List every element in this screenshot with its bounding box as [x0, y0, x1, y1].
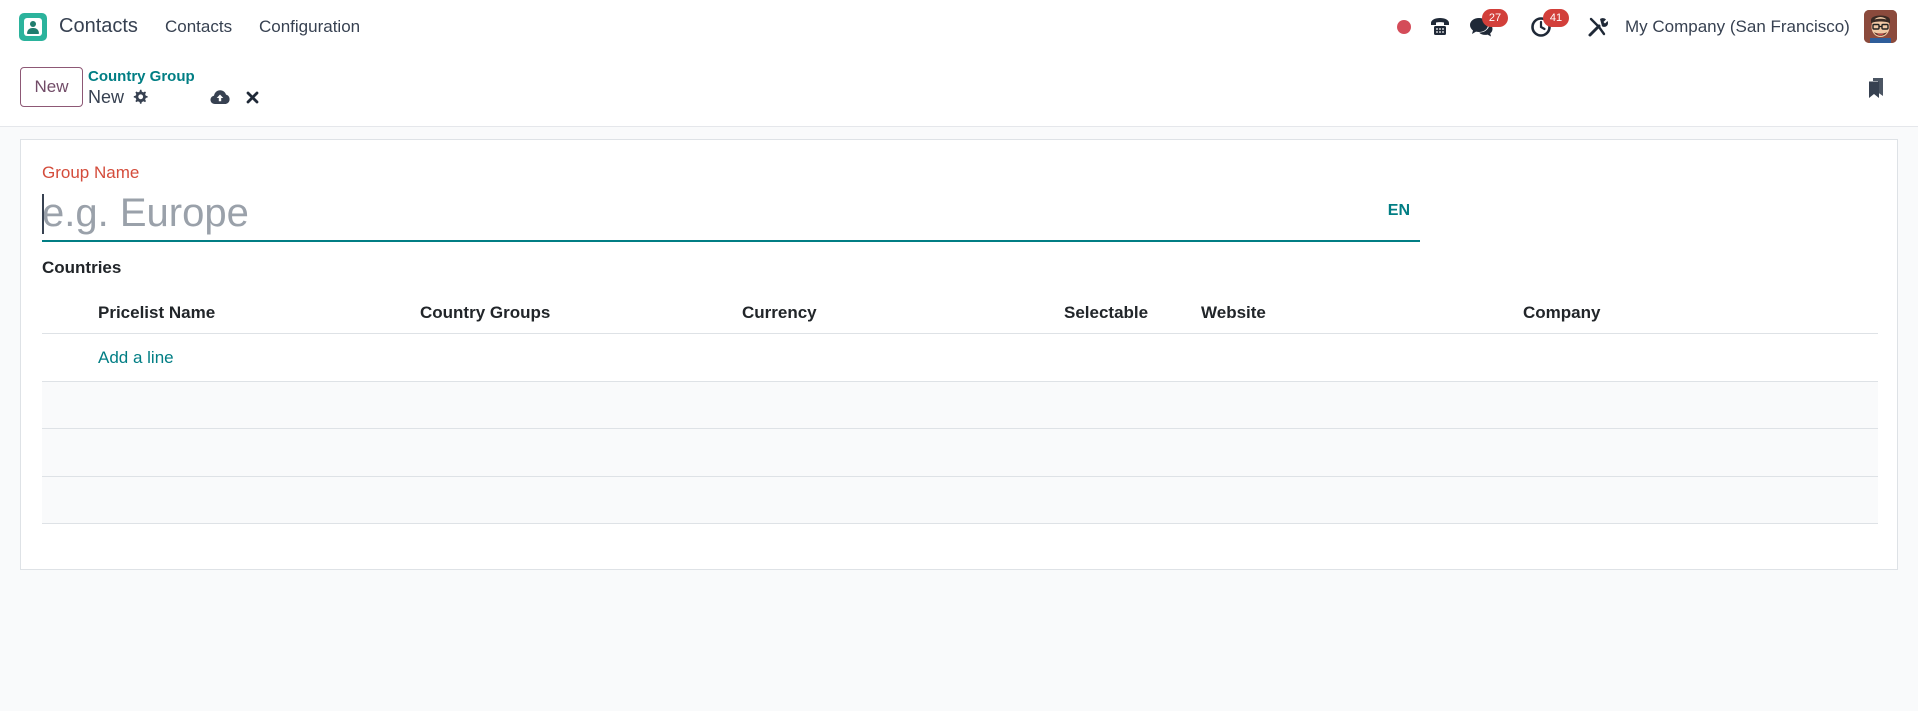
messages-count-badge: 27 — [1482, 9, 1508, 27]
text-caret — [42, 194, 44, 234]
column-selectable[interactable]: Selectable — [1064, 303, 1148, 323]
table-row — [42, 381, 1878, 429]
countries-section-title: Countries — [42, 258, 122, 277]
contacts-app-icon[interactable] — [19, 13, 47, 41]
bookmark-button[interactable] — [1864, 75, 1888, 101]
cloud-upload-icon — [210, 90, 230, 104]
column-currency[interactable]: Currency — [742, 303, 817, 323]
user-avatar[interactable] — [1864, 10, 1897, 43]
table-row — [42, 476, 1878, 524]
menu-contacts[interactable]: Contacts — [165, 17, 232, 37]
save-button[interactable] — [209, 87, 231, 107]
actions-gear-button[interactable] — [131, 88, 149, 106]
add-line-row: Add a line — [42, 334, 1878, 382]
column-company[interactable]: Company — [1523, 303, 1600, 323]
app-name[interactable]: Contacts — [59, 15, 138, 38]
record-title: New — [88, 87, 125, 107]
column-pricelist-name[interactable]: Pricelist Name — [98, 303, 215, 323]
table-header: Pricelist Name Country Groups Currency S… — [42, 288, 1878, 334]
breadcrumb-country-group[interactable]: Country Group — [88, 68, 195, 85]
group-name-input[interactable] — [42, 186, 1342, 240]
record-dot-icon — [1397, 20, 1411, 34]
recording-indicator[interactable] — [1394, 12, 1414, 42]
phone-button[interactable] — [1427, 12, 1453, 42]
bookmark-icon — [1869, 78, 1883, 98]
new-record-button[interactable]: New — [20, 67, 83, 107]
countries-table: Pricelist Name Country Groups Currency S… — [42, 288, 1878, 524]
control-panel: New Country Group New — [0, 54, 1918, 127]
activities-count-badge: 41 — [1543, 9, 1569, 27]
company-switcher[interactable]: My Company (San Francisco) — [1625, 17, 1850, 37]
add-a-line-link[interactable]: Add a line — [98, 348, 174, 368]
tools-icon — [1588, 17, 1608, 37]
activities-button[interactable]: 41 — [1526, 9, 1569, 42]
column-country-groups[interactable]: Country Groups — [420, 303, 550, 323]
close-icon — [246, 91, 258, 103]
table-row — [42, 429, 1878, 477]
phone-icon — [1431, 18, 1449, 35]
top-navbar: Contacts Contacts Configuration 27 41 My… — [0, 0, 1918, 54]
menu-configuration[interactable]: Configuration — [259, 17, 360, 37]
column-website[interactable]: Website — [1201, 303, 1266, 323]
contact-card-icon — [24, 18, 42, 36]
debug-tools-button[interactable] — [1585, 12, 1611, 42]
gear-icon — [133, 89, 148, 104]
group-name-label: Group Name — [42, 163, 140, 182]
user-avatar-icon — [1864, 10, 1897, 43]
form-sheet: Group Name EN Countries Pricelist Name C… — [20, 139, 1898, 570]
messages-button[interactable]: 27 — [1466, 9, 1508, 42]
discard-button[interactable] — [243, 88, 261, 106]
language-button[interactable]: EN — [1388, 202, 1410, 220]
group-name-field[interactable]: EN — [42, 186, 1420, 242]
